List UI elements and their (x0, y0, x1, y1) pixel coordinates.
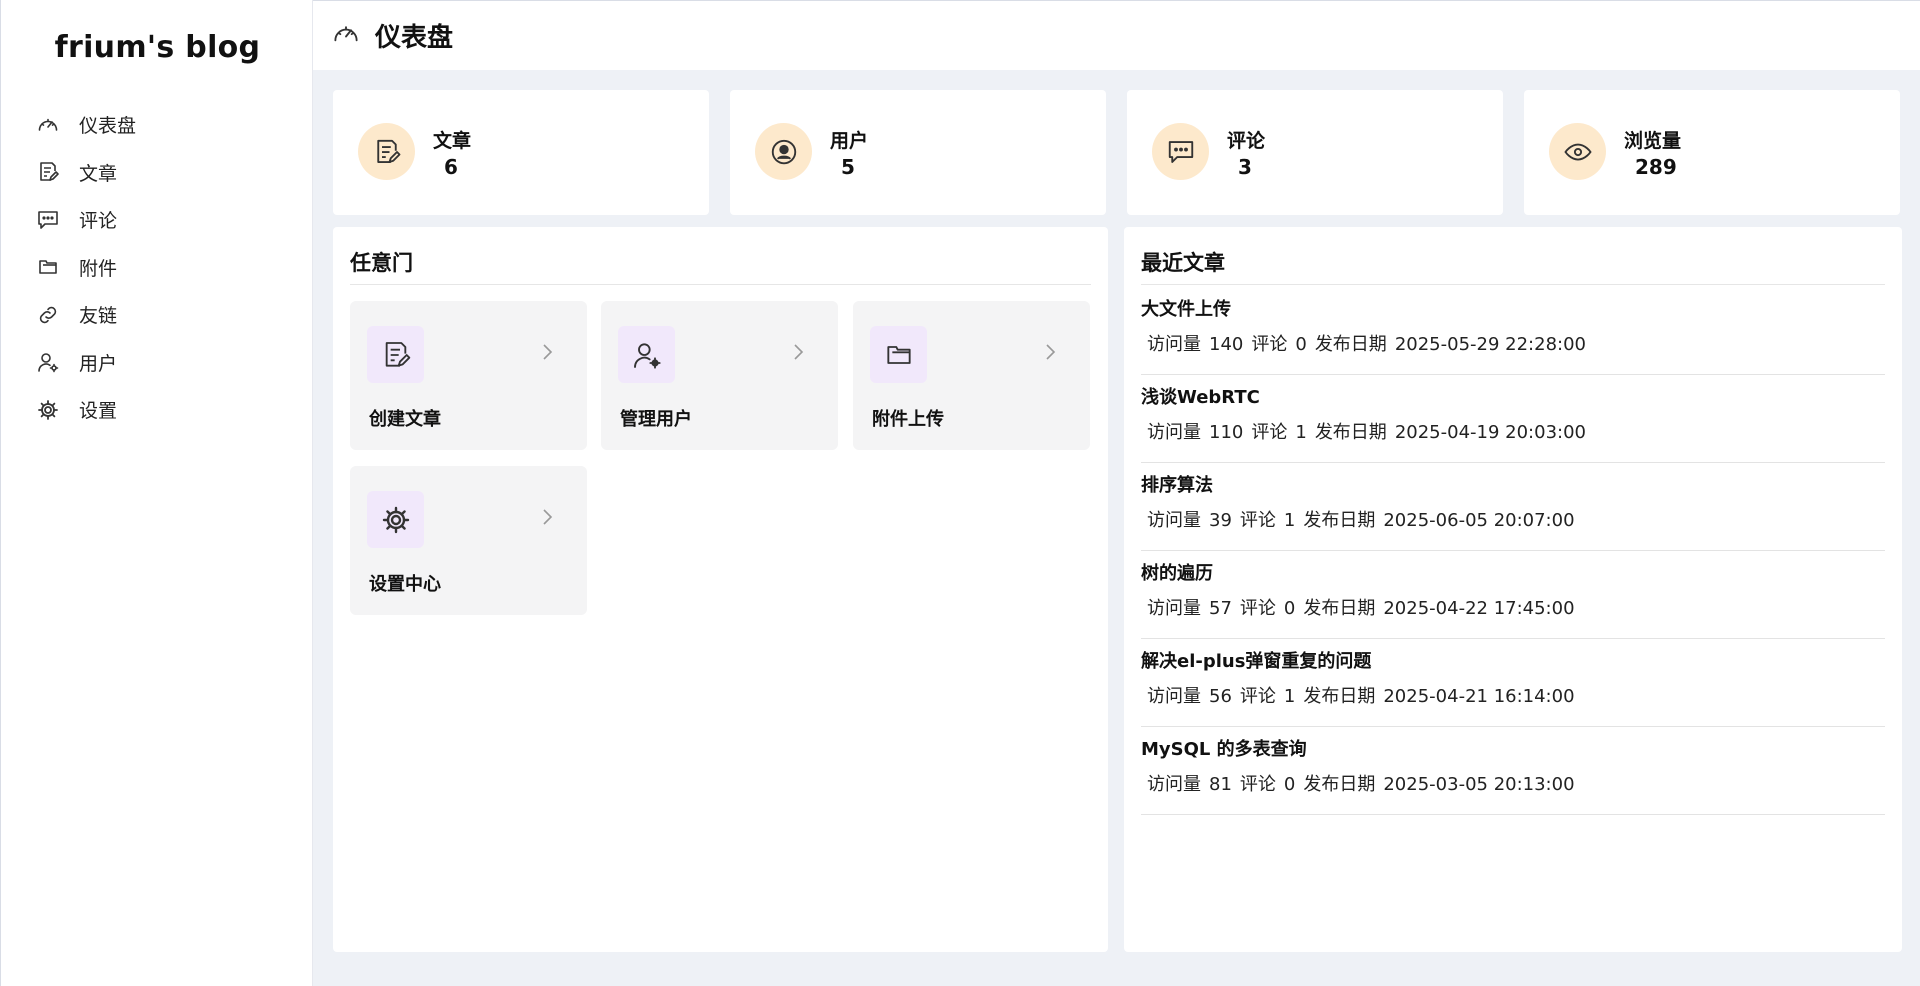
panel-title: 任意门 (350, 251, 413, 275)
top-bar: 仪表盘 (313, 0, 1920, 70)
sidebar-item-label: 仪表盘 (79, 115, 137, 138)
sidebar-item-settings[interactable]: 设置 (1, 386, 314, 434)
gear-icon (35, 397, 61, 423)
post-title: 解决el-plus弹窗重复的问题 (1141, 651, 1372, 672)
document-edit-icon (358, 123, 415, 180)
folder-icon (870, 326, 927, 383)
link-icon (35, 302, 61, 328)
stat-label: 浏览量 (1624, 130, 1682, 152)
recent-post-item[interactable]: 浅谈WebRTC 访问量 110 评论 1 发布日期 2025-04-19 20:03:0… (1141, 375, 1885, 463)
post-title: 浅谈WebRTC (1141, 387, 1260, 408)
stat-value: 6 (444, 155, 458, 179)
user-settings-icon (35, 349, 61, 375)
sidebar-item-label: 附件 (79, 257, 118, 280)
user-circle-icon (755, 123, 812, 180)
sidebar-item-comments[interactable]: 评论 (1, 196, 314, 244)
chat-icon (1152, 123, 1209, 180)
tile-label: 创建文章 (369, 409, 441, 430)
sidebar-item-attachments[interactable]: 附件 (1, 244, 314, 292)
sidebar-item-label: 评论 (79, 210, 118, 233)
divider (350, 284, 1091, 285)
sidebar-item-articles[interactable]: 文章 (1, 149, 314, 197)
post-title: 排序算法 (1141, 475, 1213, 496)
quick-actions-panel: 任意门 创建文章 管理用户 附件上传 设置中心 (333, 227, 1108, 952)
recent-post-item[interactable]: MySQL 的多表查询 访问量 81 评论 0 发布日期 2025-03-05 20:13… (1141, 727, 1885, 815)
stat-card-comments: 评论 3 (1127, 90, 1503, 215)
document-edit-icon (367, 326, 424, 383)
sidebar-item-label: 设置 (79, 400, 118, 423)
tile-label: 附件上传 (872, 409, 944, 430)
sidebar-item-label: 文章 (79, 162, 118, 185)
stat-card-views: 浏览量 289 (1524, 90, 1900, 215)
post-title: MySQL 的多表查询 (1141, 739, 1307, 760)
stat-value: 289 (1635, 155, 1677, 179)
recent-post-item[interactable]: 大文件上传 访问量 140 评论 0 发布日期 2025-05-29 22:28:00 (1141, 287, 1885, 375)
eye-icon (1549, 123, 1606, 180)
stat-label: 评论 (1227, 130, 1266, 152)
post-meta: 访问量 110 评论 1 发布日期 2025-04-19 20:03:00 (1147, 422, 1586, 443)
post-meta: 访问量 39 评论 1 发布日期 2025-06-05 20:07:00 (1147, 510, 1575, 531)
recent-post-item[interactable]: 解决el-plus弹窗重复的问题 访问量 56 评论 1 发布日期 2025-04-21 … (1141, 639, 1885, 727)
chevron-right-icon (1043, 341, 1059, 363)
chevron-right-icon (540, 341, 556, 363)
post-meta: 访问量 57 评论 0 发布日期 2025-04-22 17:45:00 (1147, 598, 1575, 619)
main-content: 仪表盘 文章 6 用户 5 评论 3 浏览量 289 任意门 创建文章 管理用户… (313, 0, 1920, 986)
chat-icon (35, 207, 61, 233)
post-title: 大文件上传 (1141, 299, 1231, 320)
folder-icon (35, 254, 61, 280)
recent-posts-panel: 最近文章 大文件上传 访问量 140 评论 0 发布日期 2025-05-29 22:28… (1124, 227, 1902, 952)
sidebar-item-dashboard[interactable]: 仪表盘 (1, 101, 314, 149)
stats-row: 文章 6 用户 5 评论 3 浏览量 289 (333, 90, 1914, 215)
stat-value: 3 (1238, 155, 1252, 179)
gear-icon (367, 491, 424, 548)
site-brand[interactable]: frium's blog (1, 30, 314, 65)
sidebar-item-users[interactable]: 用户 (1, 339, 314, 387)
quick-tile-create-article[interactable]: 创建文章 (350, 301, 587, 450)
dashboard-icon (35, 112, 61, 138)
post-meta: 访问量 81 评论 0 发布日期 2025-03-05 20:13:00 (1147, 774, 1575, 795)
stat-card-articles: 文章 6 (333, 90, 709, 215)
chevron-right-icon (540, 506, 556, 528)
quick-tile-manage-users[interactable]: 管理用户 (601, 301, 838, 450)
tile-label: 设置中心 (369, 574, 441, 595)
quick-tile-settings-center[interactable]: 设置中心 (350, 466, 587, 615)
post-meta: 访问量 56 评论 1 发布日期 2025-04-21 16:14:00 (1147, 686, 1575, 707)
sidebar-item-label: 友链 (79, 305, 118, 328)
stat-label: 文章 (433, 130, 472, 152)
stat-card-users: 用户 5 (730, 90, 1106, 215)
page-title: 仪表盘 (375, 23, 454, 53)
stat-value: 5 (841, 155, 855, 179)
dashboard-icon (331, 19, 361, 53)
stat-label: 用户 (830, 130, 869, 152)
post-meta: 访问量 140 评论 0 发布日期 2025-05-29 22:28:00 (1147, 334, 1586, 355)
document-edit-icon (35, 159, 61, 185)
divider (1141, 284, 1885, 285)
sidebar: frium's blog 仪表盘 文章 评论 附件 友链 用户 设置 (0, 0, 313, 986)
sidebar-item-label: 用户 (79, 352, 118, 375)
sidebar-nav: 仪表盘 文章 评论 附件 友链 用户 设置 (1, 101, 314, 434)
tile-label: 管理用户 (620, 409, 692, 430)
user-settings-icon (618, 326, 675, 383)
recent-post-item[interactable]: 排序算法 访问量 39 评论 1 发布日期 2025-06-05 20:07:00 (1141, 463, 1885, 551)
panel-title: 最近文章 (1141, 251, 1225, 275)
chevron-right-icon (791, 341, 807, 363)
recent-post-item[interactable]: 树的遍历 访问量 57 评论 0 发布日期 2025-04-22 17:45:00 (1141, 551, 1885, 639)
quick-tile-upload-attachment[interactable]: 附件上传 (853, 301, 1090, 450)
post-title: 树的遍历 (1141, 563, 1213, 584)
sidebar-item-links[interactable]: 友链 (1, 291, 314, 339)
